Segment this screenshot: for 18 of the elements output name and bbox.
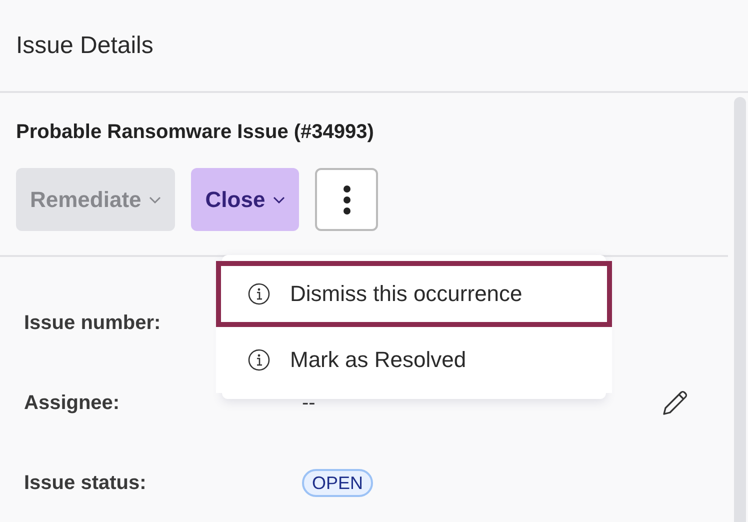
caret-icon bbox=[273, 196, 286, 204]
field-label: Issue status: bbox=[24, 472, 148, 494]
status-badge: OPEN bbox=[302, 468, 374, 496]
menu-item[interactable]: Dismiss this occurrence bbox=[216, 261, 612, 327]
scrollbar[interactable] bbox=[734, 97, 746, 522]
field-value: -- bbox=[302, 392, 316, 414]
info-icon bbox=[248, 349, 270, 371]
menu-item[interactable]: Mark as Resolved bbox=[216, 327, 612, 393]
info-icon bbox=[248, 283, 270, 305]
issue-title: Probable Ransomware Issue (#34993) bbox=[16, 121, 375, 144]
more-button[interactable] bbox=[315, 168, 378, 231]
field-label: Assignee: bbox=[24, 392, 121, 414]
close-button[interactable]: Close bbox=[191, 168, 300, 231]
panel-title: Issue Details bbox=[16, 32, 154, 60]
more-icon bbox=[342, 184, 351, 214]
edit-icon[interactable] bbox=[660, 388, 690, 418]
caret-icon bbox=[149, 196, 162, 204]
field-label: Issue number: bbox=[24, 312, 162, 334]
